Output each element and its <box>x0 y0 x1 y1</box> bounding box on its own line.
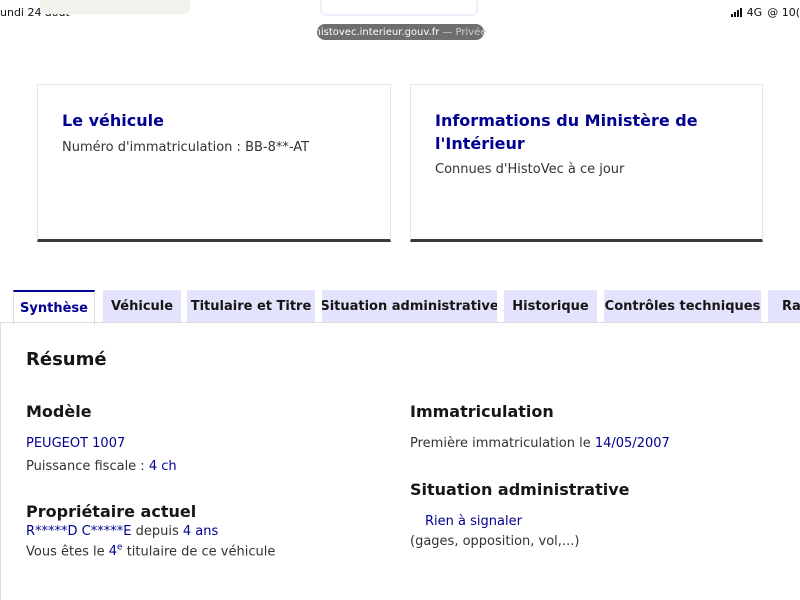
situation-details: (gages, opposition, vol,...) <box>410 534 580 549</box>
ministere-card: Informations du Ministère de l'Intérieur… <box>410 84 763 242</box>
ministere-title-line1: Informations du Ministère de <box>435 111 698 130</box>
situation-status: Rien à signaler <box>425 514 522 529</box>
proprietaire-heading: Propriétaire actuel <box>26 502 197 521</box>
owner-rank: Vous êtes le 4e titulaire de ce véhicule <box>26 543 275 559</box>
tab-rapport[interactable]: Rap <box>768 290 800 323</box>
url-bar[interactable]: histovec.interieur.gouv.fr — Privée <box>314 24 487 40</box>
tab-panel-border <box>0 322 800 323</box>
puissance-value: 4 ch <box>148 459 177 474</box>
owner-name: R*****D C*****E <box>26 524 132 539</box>
modele-heading: Modèle <box>26 402 92 421</box>
network-label: 4G <box>746 6 763 19</box>
tab-titulaire-titre[interactable]: Titulaire et Titre <box>187 290 315 323</box>
tab-synthese[interactable]: Synthèse <box>13 290 95 325</box>
tab-controles-techniques[interactable]: Contrôles techniques <box>604 290 761 323</box>
puissance-label: Puissance fiscale : <box>26 459 145 474</box>
ministere-card-title: Informations du Ministère de l'Intérieur <box>435 109 738 155</box>
summary-title: Résumé <box>26 349 107 370</box>
private-label: — Privée <box>442 26 487 38</box>
immatriculation-heading: Immatriculation <box>410 402 554 421</box>
puissance-fiscale: Puissance fiscale : 4 ch <box>26 459 177 474</box>
tab-historique[interactable]: Historique <box>504 290 597 323</box>
ministere-title-line2: l'Intérieur <box>435 134 525 153</box>
depuis-label: depuis <box>135 524 179 539</box>
situation-heading: Situation administrative <box>410 480 630 499</box>
url-text: histovec.interieur.gouv.fr <box>314 26 440 38</box>
rank-suffix: titulaire de ce véhicule <box>126 544 276 560</box>
header-logo-remnant <box>40 0 190 14</box>
rank-number: 4e <box>108 543 123 560</box>
rank-prefix: Vous êtes le <box>26 544 105 560</box>
battery-label: @ 10( <box>767 6 800 19</box>
header-button-remnant[interactable] <box>320 0 478 16</box>
vehicle-card: Le véhicule Numéro d'immatriculation : B… <box>37 84 391 242</box>
vehicle-card-title: Le véhicule <box>62 111 164 130</box>
proprietaire-line: R*****D C*****E depuis 4 ans <box>26 524 218 539</box>
status-right: 4G @ 10( <box>730 6 800 19</box>
tab-list: Synthèse Véhicule Titulaire et Titre Sit… <box>0 290 800 325</box>
rank-superscript: e <box>117 543 123 553</box>
ministere-subtitle: Connues d'HistoVec à ce jour <box>435 162 625 177</box>
first-registration-date: 14/05/2007 <box>594 436 670 451</box>
model-name: PEUGEOT 1007 <box>26 436 126 451</box>
tab-vehicule[interactable]: Véhicule <box>103 290 181 323</box>
signal-icon <box>730 8 742 17</box>
first-registration-label: Première immatriculation le <box>410 436 591 451</box>
owner-duration: 4 ans <box>182 524 219 539</box>
first-registration: Première immatriculation le 14/05/2007 <box>410 436 670 451</box>
plate-number: Numéro d'immatriculation : BB-8**-AT <box>62 140 310 155</box>
tab-panel-left-border <box>0 322 1 600</box>
tab-situation-administrative[interactable]: Situation administrative <box>322 290 497 323</box>
